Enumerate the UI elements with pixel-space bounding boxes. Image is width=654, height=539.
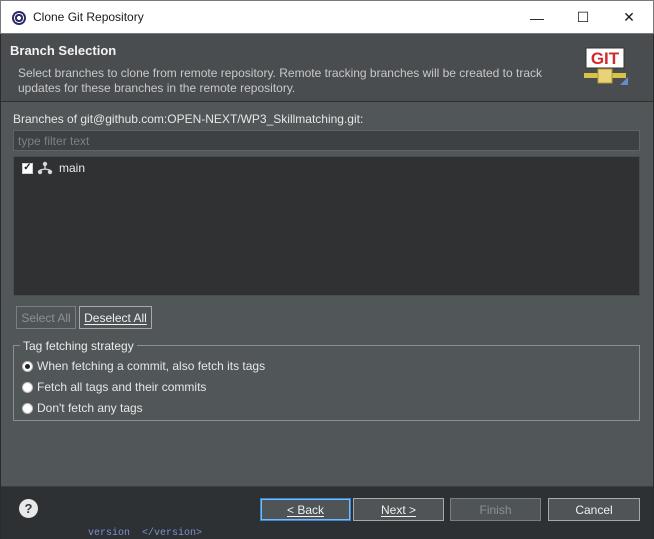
- radio-button-selected[interactable]: [22, 360, 33, 372]
- radio-button[interactable]: [22, 381, 33, 393]
- branch-name: main: [59, 161, 86, 175]
- background-editor-text: version </version>: [88, 528, 203, 539]
- radio-fetch-commit-tags[interactable]: When fetching a commit, also fetch its t…: [22, 357, 265, 375]
- branch-list[interactable]: [13, 156, 640, 296]
- branch-icon: [37, 161, 53, 175]
- radio-no-tags[interactable]: Don't fetch any tags: [22, 399, 143, 417]
- maximize-button[interactable]: ☐: [560, 1, 606, 34]
- cancel-button[interactable]: Cancel: [548, 498, 640, 521]
- git-logo-icon: GIT: [584, 47, 628, 85]
- radio-button[interactable]: [22, 402, 33, 414]
- radio-label: When fetching a commit, also fetch its t…: [37, 359, 266, 373]
- branch-checkbox[interactable]: ✓: [22, 162, 33, 174]
- page-description: Select branches to clone from remote rep…: [18, 66, 543, 95]
- branch-item-main[interactable]: ✓ main: [22, 159, 85, 177]
- eclipse-app-icon: [12, 11, 26, 25]
- window-title: Clone Git Repository: [33, 10, 144, 24]
- close-icon: ✕: [623, 9, 635, 25]
- title-bar: Clone Git Repository — ☐ ✕: [0, 0, 654, 34]
- page-title: Branch Selection: [10, 43, 117, 58]
- minimize-icon: —: [530, 9, 544, 26]
- branch-filter-input[interactable]: [13, 130, 640, 151]
- select-all-button[interactable]: Select All: [16, 306, 76, 329]
- maximize-icon: ☐: [576, 9, 590, 25]
- minimize-button[interactable]: —: [514, 1, 560, 34]
- radio-fetch-all-tags[interactable]: Fetch all tags and their commits: [22, 378, 206, 396]
- wizard-header: Branch Selection Select branches to clon…: [1, 34, 653, 101]
- finish-button[interactable]: Finish: [450, 498, 541, 521]
- git-logo-text: GIT: [591, 49, 620, 68]
- tag-strategy-legend: Tag fetching strategy: [20, 339, 137, 353]
- close-button[interactable]: ✕: [606, 1, 652, 34]
- radio-label: Fetch all tags and their commits: [37, 380, 207, 394]
- radio-label: Don't fetch any tags: [37, 401, 143, 415]
- help-icon[interactable]: ?: [19, 499, 38, 518]
- next-button[interactable]: Next >: [353, 498, 444, 521]
- deselect-all-button[interactable]: Deselect All: [79, 306, 152, 329]
- branches-label: Branches of git@github.com:OPEN-NEXT/WP3…: [13, 112, 364, 126]
- back-button[interactable]: < Back: [260, 498, 351, 521]
